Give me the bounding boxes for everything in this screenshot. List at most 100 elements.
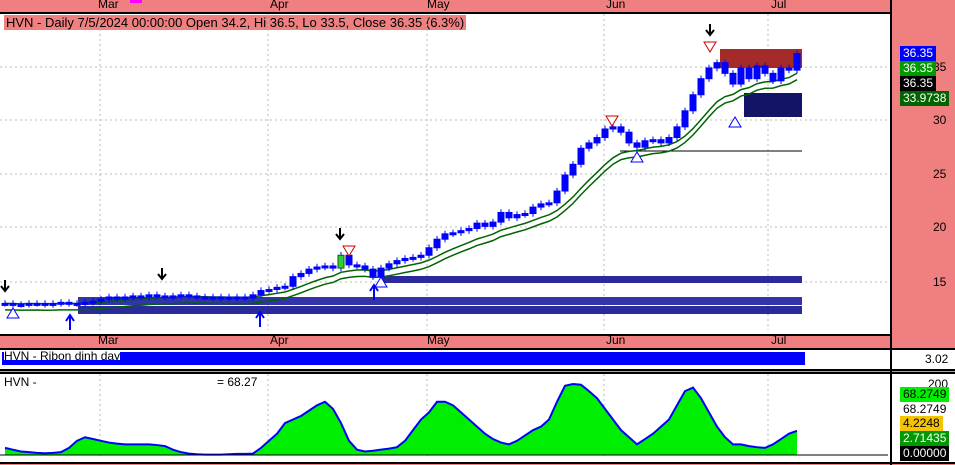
price-axis-label: 25 [933,167,947,181]
candle [753,65,761,80]
candle [41,302,49,306]
sell-triangle-icon [342,245,356,257]
candle [537,203,545,208]
candle [729,72,737,85]
osc-tag-5: 0.00000 [900,446,950,461]
candle [153,294,161,298]
candle [257,290,265,296]
candle [633,142,641,148]
candle [129,295,137,299]
candle [625,131,633,144]
candle [113,296,121,300]
candle [273,286,281,290]
candle [137,295,145,299]
buy-triangle-icon [728,116,742,128]
candle [97,298,105,302]
candle [761,65,769,74]
chart-canvas [0,14,888,458]
candle [681,110,689,128]
candle [545,202,553,206]
candle [121,296,129,300]
candle [353,264,361,268]
candle [657,139,665,144]
price-axis-label: 20 [933,220,947,234]
down-arrow-icon [705,24,715,37]
candle [289,276,297,287]
candle [1,302,9,306]
candle [329,265,337,269]
candle [769,72,777,82]
candle [409,256,417,260]
up-arrow-icon [255,310,265,327]
candle [9,302,17,306]
candle [145,294,153,298]
candle [561,174,569,192]
candle [25,302,33,306]
candle [529,206,537,215]
candle [553,190,561,204]
candle [337,254,345,269]
down-arrow-icon [335,228,345,241]
candle [473,222,481,229]
candle [481,222,489,227]
sell-triangle-icon [703,41,717,53]
moving-average-line [4,72,798,305]
candle [697,78,705,96]
candle [489,221,497,227]
candle [361,265,369,270]
price-tag-ma: 36.35 [900,61,937,76]
candle [777,67,785,82]
candle [609,126,617,130]
candle [201,296,209,300]
candle [577,147,585,165]
price-axis-label: 15 [933,275,947,289]
candle [249,294,257,299]
candle [433,238,441,249]
osc-tag-4: 2.71435 [900,431,950,446]
candle [513,214,521,219]
candle [369,268,377,278]
candle [393,260,401,265]
candle [401,257,409,262]
candle [49,302,57,306]
candle [321,265,329,269]
candle [209,296,217,300]
osc-tag-3: 4.2248 [900,416,943,431]
candle [793,53,801,71]
candle [305,268,313,274]
candle [313,266,321,270]
price-tag-support: 33.9738 [900,91,950,106]
candle [457,230,465,234]
candle [161,295,169,299]
candle [737,67,745,85]
candle [65,301,73,305]
sell-triangle-icon [605,115,619,127]
candle [521,213,529,217]
support-box [744,93,802,117]
candle [193,295,201,299]
candle [641,140,649,148]
candle [705,67,713,80]
candle [217,296,225,300]
candle [297,272,305,278]
candle [617,126,625,133]
candle [225,296,233,300]
candle [233,296,241,300]
resistance-band [380,276,802,283]
candle [241,296,249,300]
candle [665,137,673,144]
price-axis-label: 30 [933,113,947,127]
price-tag-close: 36.35 [900,76,937,91]
down-arrow-icon [0,280,10,293]
candle [265,288,273,292]
candle [593,137,601,144]
down-arrow-icon [157,268,167,281]
candle [713,62,721,69]
candle [417,254,425,258]
candle [569,163,577,176]
osc-tag-2: 68.2749 [900,402,950,417]
price-tag-last: 36.35 [900,46,937,61]
candle [505,211,513,219]
candle [465,228,473,232]
candle [169,295,177,299]
